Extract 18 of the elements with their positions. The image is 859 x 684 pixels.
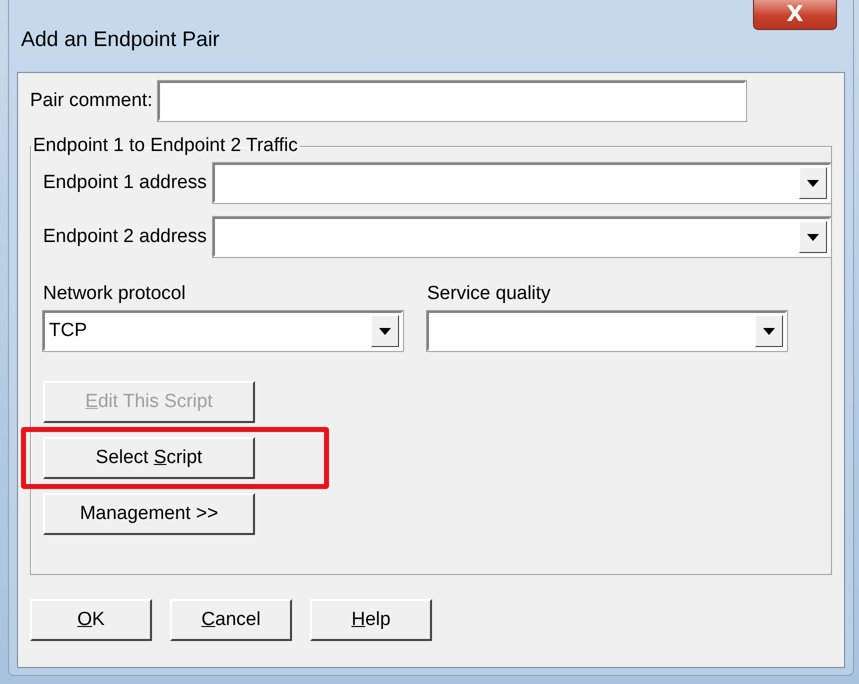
- script-button[interactable]: Management >>: [43, 493, 255, 535]
- field-label: Pair comment:: [30, 90, 152, 112]
- dialog-button[interactable]: OK: [30, 599, 152, 641]
- field-label: Network protocol: [43, 283, 186, 305]
- address-dropdown[interactable]: [212, 217, 831, 257]
- address-dropdown[interactable]: [212, 163, 831, 203]
- dialog-button[interactable]: Help: [310, 599, 432, 641]
- close-button[interactable]: X: [753, 0, 837, 30]
- field-label: Service quality: [427, 283, 551, 305]
- pair-comment-field[interactable]: [158, 81, 746, 121]
- group-title: Endpoint 1 to Endpoint 2 Traffic: [32, 135, 299, 157]
- quality-dropdown[interactable]: [427, 311, 787, 351]
- window-title: Add an Endpoint Pair: [21, 28, 220, 52]
- field-label: Endpoint 1 address: [43, 172, 207, 194]
- script-button[interactable]: Select Script: [43, 437, 255, 479]
- dialog-button[interactable]: Cancel: [170, 599, 292, 641]
- field-label: Endpoint 2 address: [43, 226, 207, 248]
- protocol-dropdown[interactable]: TCP: [43, 311, 403, 351]
